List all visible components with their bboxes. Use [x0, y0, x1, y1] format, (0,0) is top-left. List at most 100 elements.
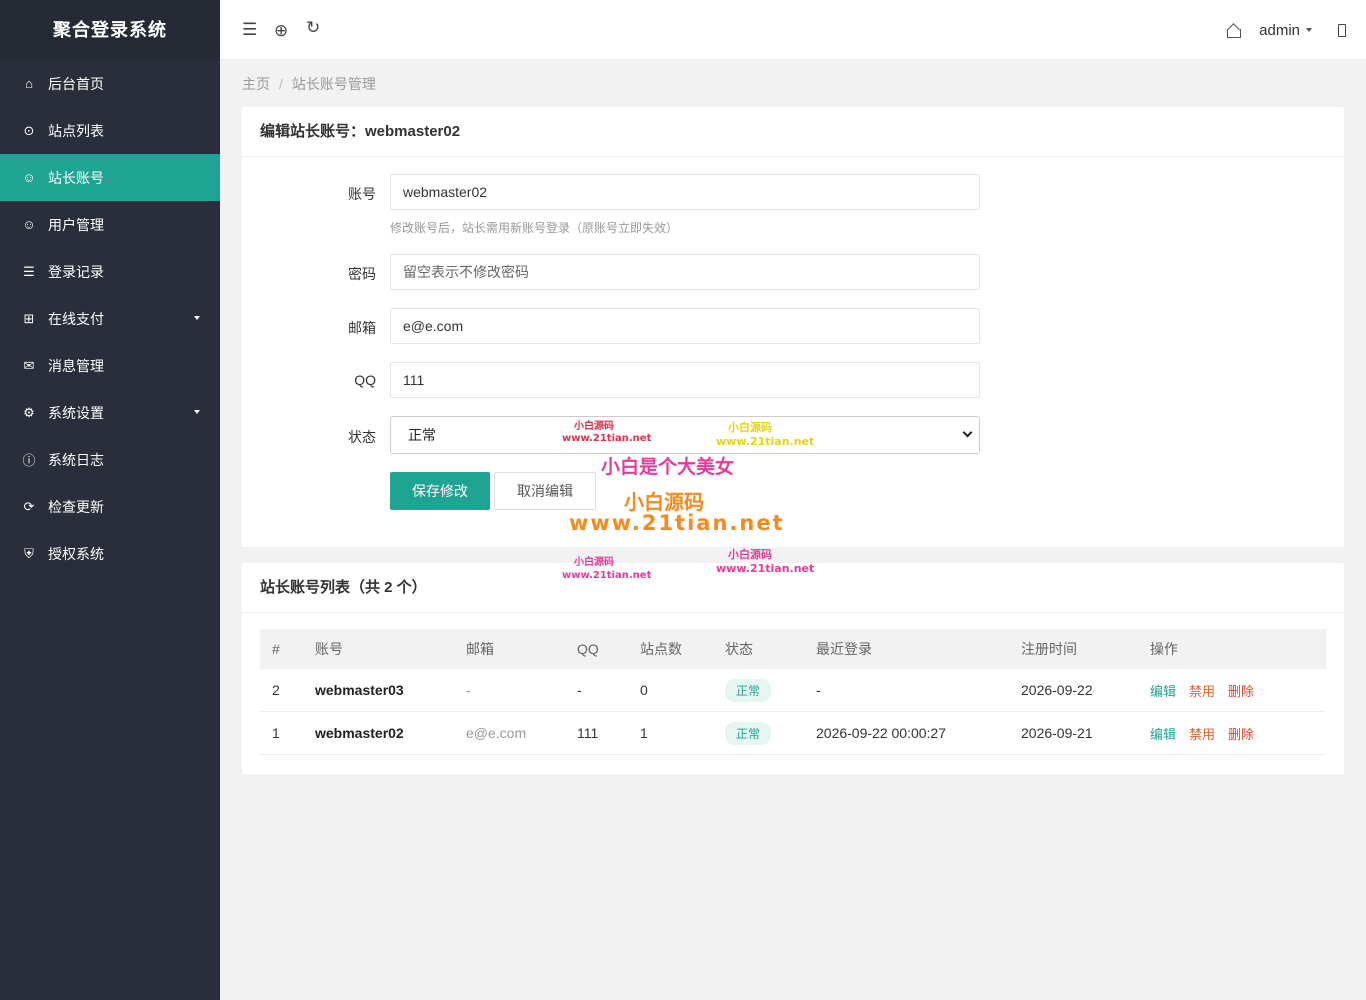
- globe-icon[interactable]: ⊕: [274, 21, 288, 41]
- row-last-login: -: [816, 682, 821, 698]
- user-menu[interactable]: admin: [1259, 22, 1300, 39]
- account-label: 账号: [348, 186, 376, 202]
- mobile-icon[interactable]: [1338, 23, 1346, 37]
- sidebar-item-users[interactable]: ☺ 用户管理: [0, 201, 220, 248]
- watermark: www.21tian.net: [569, 511, 785, 535]
- chevron-down-icon: [194, 316, 200, 320]
- watermark: 小白源码 www.21tian.net: [562, 421, 652, 444]
- sidebar-item-label: 登录记录: [48, 263, 104, 280]
- account-input[interactable]: [390, 174, 980, 210]
- sidebar-item-label: 站点列表: [48, 122, 104, 139]
- status-label: 状态: [348, 429, 376, 445]
- sidebar-item-label: 在线支付: [48, 310, 104, 327]
- account-help-text: 修改账号后，站长需用新账号登录（原账号立即失效）: [390, 221, 679, 235]
- row-index: 2: [272, 682, 280, 698]
- shield-icon: ⛨: [24, 545, 34, 561]
- sidebar-item-label: 检查更新: [48, 498, 104, 515]
- column-header: 站点数: [640, 641, 682, 657]
- breadcrumb: 主页 / 站长账号管理: [242, 74, 376, 94]
- chevron-down-icon: [1306, 28, 1312, 32]
- sidebar-item-label: 后台首页: [48, 75, 104, 92]
- sidebar-item-messages[interactable]: ✉ 消息管理: [0, 342, 220, 389]
- circle-icon: ⊙: [23, 122, 35, 138]
- watermark: 小白源码 www.21tian.net: [716, 421, 815, 448]
- sidebar-item-dashboard[interactable]: ⌂ 后台首页: [0, 60, 220, 107]
- list-card: 站长账号列表（共 2 个） # 账号 邮箱 QQ 站点数 状态 最近登录 注册时…: [242, 563, 1344, 774]
- webmaster-table: # 账号 邮箱 QQ 站点数 状态 最近登录 注册时间 操作 2 webmast…: [260, 629, 1326, 755]
- sidebar-item-payment[interactable]: ⊞ 在线支付: [0, 295, 220, 342]
- column-header: 状态: [725, 641, 753, 657]
- qq-input[interactable]: [390, 362, 980, 398]
- edit-link[interactable]: 编辑: [1150, 681, 1176, 700]
- qq-label: QQ: [354, 372, 376, 388]
- row-registered: 2026-09-22: [1021, 682, 1093, 698]
- app-title: 聚合登录系统: [0, 0, 220, 60]
- status-select-value: 正常: [408, 427, 436, 443]
- table-row: 2 webmaster03 - - 0 正常 - 2026-09-22 编辑 禁…: [260, 669, 1326, 712]
- save-button[interactable]: 保存修改: [390, 472, 490, 510]
- watermark: 小白源码 www.21tian.net: [716, 548, 815, 575]
- password-label: 密码: [348, 266, 376, 282]
- delete-link[interactable]: 删除: [1228, 681, 1254, 700]
- sidebar-item-label: 系统日志: [48, 451, 104, 468]
- column-header: 最近登录: [816, 641, 872, 657]
- edit-card: 编辑站长账号：webmaster02 账号 修改账号后，站长需用新账号登录（原账…: [242, 107, 1344, 547]
- sidebar-item-sites[interactable]: ⊙ 站点列表: [0, 107, 220, 154]
- sidebar: 聚合登录系统 ⌂ 后台首页 ⊙ 站点列表 ☺ 站长账号 ☺ 用户管理 ☰ 登录记…: [0, 0, 220, 1000]
- home-icon: ⌂: [25, 76, 33, 91]
- edit-card-title: 编辑站长账号：webmaster02: [242, 107, 1344, 157]
- row-account: webmaster03: [315, 682, 404, 698]
- status-badge: 正常: [725, 678, 772, 702]
- refresh-icon[interactable]: ↻: [306, 18, 320, 38]
- row-registered: 2026-09-21: [1021, 725, 1093, 741]
- row-qq: -: [577, 682, 582, 698]
- table-row: 1 webmaster02 e@e.com 111 1 正常 2026-09-2…: [260, 712, 1326, 755]
- sidebar-item-label: 授权系统: [48, 545, 104, 562]
- row-sites: 1: [640, 725, 648, 741]
- column-header: 邮箱: [466, 641, 494, 657]
- table-header: # 账号 邮箱 QQ 站点数 状态 最近登录 注册时间 操作: [260, 629, 1326, 669]
- row-email: e@e.com: [466, 725, 527, 741]
- sidebar-item-license[interactable]: ⛨ 授权系统: [0, 530, 220, 577]
- sidebar-item-label: 站长账号: [48, 169, 104, 186]
- breadcrumb-separator: /: [279, 76, 283, 92]
- disable-link[interactable]: 禁用: [1189, 724, 1215, 743]
- home-icon[interactable]: [1227, 24, 1242, 38]
- password-input[interactable]: [390, 254, 980, 290]
- column-header: 操作: [1150, 641, 1178, 657]
- refresh-icon: ⟳: [23, 498, 35, 514]
- cancel-button[interactable]: 取消编辑: [494, 472, 596, 510]
- status-select[interactable]: 正常: [390, 416, 980, 454]
- sidebar-item-webmasters[interactable]: ☺ 站长账号: [0, 154, 220, 201]
- delete-link[interactable]: 删除: [1228, 724, 1254, 743]
- email-label: 邮箱: [348, 320, 376, 336]
- info-icon: ⓘ: [22, 453, 36, 468]
- column-header: 账号: [315, 641, 343, 657]
- top-header: ☰ ⊕ ↻ admin: [220, 0, 1366, 60]
- menu-toggle-icon[interactable]: ☰: [242, 20, 257, 40]
- gear-icon: ⚙: [23, 404, 35, 420]
- email-input[interactable]: [390, 308, 980, 344]
- status-badge: 正常: [725, 721, 772, 745]
- smile-icon: ☺: [22, 217, 36, 232]
- chevron-down-icon: [194, 410, 200, 414]
- row-qq: 111: [577, 725, 599, 741]
- row-email: -: [466, 682, 471, 698]
- sidebar-item-label: 消息管理: [48, 357, 104, 374]
- column-header: QQ: [577, 641, 599, 657]
- sidebar-item-update[interactable]: ⟳ 检查更新: [0, 483, 220, 530]
- sidebar-item-logs[interactable]: ⓘ 系统日志: [0, 436, 220, 483]
- chevron-down-icon: [962, 427, 973, 438]
- sidebar-item-label: 系统设置: [48, 404, 104, 421]
- edit-link[interactable]: 编辑: [1150, 724, 1176, 743]
- grid-icon: ⊞: [23, 310, 35, 326]
- mail-icon: ✉: [23, 357, 35, 373]
- sidebar-item-login-records[interactable]: ☰ 登录记录: [0, 248, 220, 295]
- breadcrumb-current: 站长账号管理: [291, 76, 376, 92]
- list-icon: ☰: [23, 263, 35, 279]
- row-index: 1: [272, 725, 280, 741]
- sidebar-item-settings[interactable]: ⚙ 系统设置: [0, 389, 220, 436]
- breadcrumb-home[interactable]: 主页: [242, 76, 270, 92]
- disable-link[interactable]: 禁用: [1189, 681, 1215, 700]
- row-sites: 0: [640, 682, 648, 698]
